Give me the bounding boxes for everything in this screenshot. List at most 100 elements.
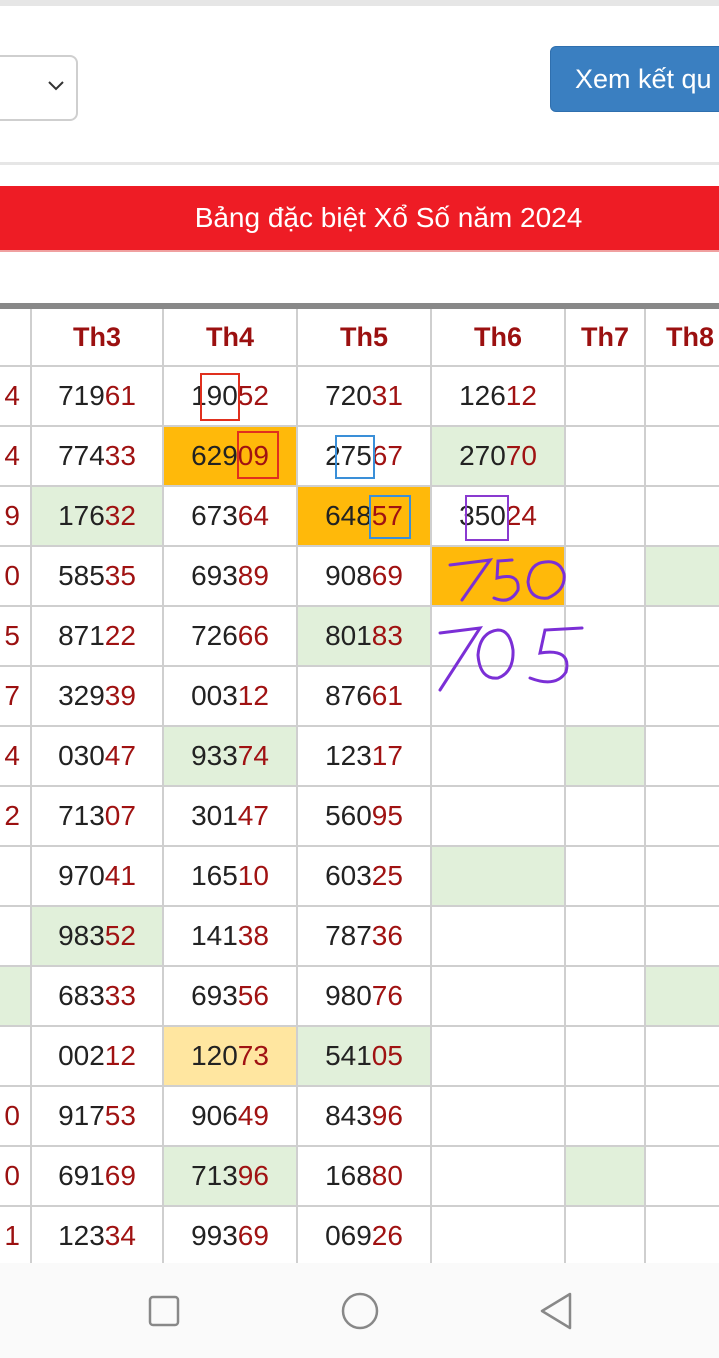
number-prefix: 301 — [191, 800, 238, 831]
number-suffix: 09 — [237, 440, 269, 471]
table-cell: 4 — [0, 367, 32, 427]
view-results-button[interactable]: Xem kết qu — [550, 46, 719, 112]
table-cell: 97041 — [32, 847, 164, 907]
column-header: Th5 — [298, 309, 432, 367]
table-cell: 54105 — [298, 1027, 432, 1087]
number-suffix: 66 — [237, 620, 269, 651]
table-cell: 84396 — [298, 1087, 432, 1147]
table-cell: 00212 — [32, 1027, 164, 1087]
table-cell — [432, 1147, 566, 1207]
number-suffix: 74 — [237, 740, 269, 771]
number-prefix: 843 — [325, 1100, 372, 1131]
number-prefix: 908 — [325, 560, 372, 591]
table-cell — [646, 667, 719, 727]
table-cell: 16510 — [164, 847, 298, 907]
table-cell — [0, 907, 32, 967]
table-cell — [566, 727, 646, 787]
number-prefix: 693 — [191, 560, 238, 591]
table-cell — [432, 847, 566, 907]
year-select[interactable] — [0, 55, 78, 121]
table-cell — [566, 1087, 646, 1147]
table-cell — [646, 1207, 719, 1267]
table-row: 9 17632 67364 64857 35024 — [0, 487, 719, 547]
table-cell: 4 — [0, 727, 32, 787]
number-prefix: 329 — [58, 680, 105, 711]
number-prefix: 993 — [191, 1220, 238, 1251]
table-cell — [566, 967, 646, 1027]
number-suffix: 76 — [371, 980, 403, 1011]
column-header: Th7 — [566, 309, 646, 367]
top-border — [0, 0, 719, 6]
chevron-down-icon — [48, 81, 64, 91]
table-cell — [566, 787, 646, 847]
number-prefix: 126 — [459, 380, 506, 411]
number-prefix: 713 — [191, 1160, 238, 1191]
table-cell: 32939 — [32, 667, 164, 727]
table-cell: 90869 — [298, 547, 432, 607]
table-row: 1 12334 99369 06926 — [0, 1207, 719, 1267]
table-cell: 0 — [0, 1087, 32, 1147]
table-cell: 71961 — [32, 367, 164, 427]
table-cell — [432, 907, 566, 967]
number-prefix: 801 — [325, 620, 372, 651]
number-prefix: 002 — [58, 1040, 105, 1071]
table-cell: 17632 — [32, 487, 164, 547]
number-suffix: 67 — [371, 440, 403, 471]
table-cell: 00312 — [164, 667, 298, 727]
number-prefix: 168 — [325, 1160, 372, 1191]
number-suffix: 69 — [371, 560, 403, 591]
number-prefix: 541 — [325, 1040, 372, 1071]
table-cell — [646, 1027, 719, 1087]
table-cell: 87661 — [298, 667, 432, 727]
table-cell — [566, 1027, 646, 1087]
table-cell: 60325 — [298, 847, 432, 907]
table-cell: 12317 — [298, 727, 432, 787]
number-prefix: 906 — [191, 1100, 238, 1131]
table-cell: 4 — [0, 427, 32, 487]
table-cell: 0 — [0, 547, 32, 607]
circle-icon[interactable] — [340, 1291, 380, 1331]
number-suffix: 41 — [104, 860, 136, 891]
number-suffix: 52 — [104, 920, 136, 951]
table-cell — [646, 607, 719, 667]
number-prefix: 774 — [58, 440, 105, 471]
table-cell — [432, 547, 566, 607]
number-suffix: 89 — [237, 560, 269, 591]
table-title: Bảng đặc biệt Xổ Số năm 2024 — [194, 202, 583, 233]
table-cell — [566, 1207, 646, 1267]
table-cell: 12073 — [164, 1027, 298, 1087]
number-prefix: 917 — [58, 1100, 105, 1131]
table-cell: 69356 — [164, 967, 298, 1027]
table-cell: 03047 — [32, 727, 164, 787]
table-cell: 68333 — [32, 967, 164, 1027]
table-cell — [432, 1207, 566, 1267]
table-cell: 2 — [0, 787, 32, 847]
table-cell — [432, 1087, 566, 1147]
square-icon[interactable] — [148, 1295, 180, 1327]
number-suffix: 38 — [237, 920, 269, 951]
table-cell: 16880 — [298, 1147, 432, 1207]
number-prefix: 691 — [58, 1160, 105, 1191]
table-cell — [566, 907, 646, 967]
table-cell: 71307 — [32, 787, 164, 847]
divider — [0, 162, 719, 165]
number-prefix: 726 — [191, 620, 238, 651]
number-suffix: 10 — [237, 860, 269, 891]
table-cell — [432, 1027, 566, 1087]
table-cell: 56095 — [298, 787, 432, 847]
number-suffix: 57 — [371, 500, 403, 531]
number-prefix: 673 — [191, 500, 238, 531]
number-suffix: 69 — [237, 1220, 269, 1251]
table-cell — [646, 727, 719, 787]
table-cell: 12334 — [32, 1207, 164, 1267]
column-header — [0, 309, 32, 367]
triangle-back-icon[interactable] — [538, 1291, 574, 1331]
number-suffix: 70 — [505, 440, 537, 471]
number-suffix: 33 — [104, 440, 136, 471]
number-prefix: 871 — [58, 620, 105, 651]
table-cell — [646, 487, 719, 547]
table-cell: 87122 — [32, 607, 164, 667]
number-prefix: 683 — [58, 980, 105, 1011]
number-prefix: 693 — [191, 980, 238, 1011]
table-cell — [646, 967, 719, 1027]
